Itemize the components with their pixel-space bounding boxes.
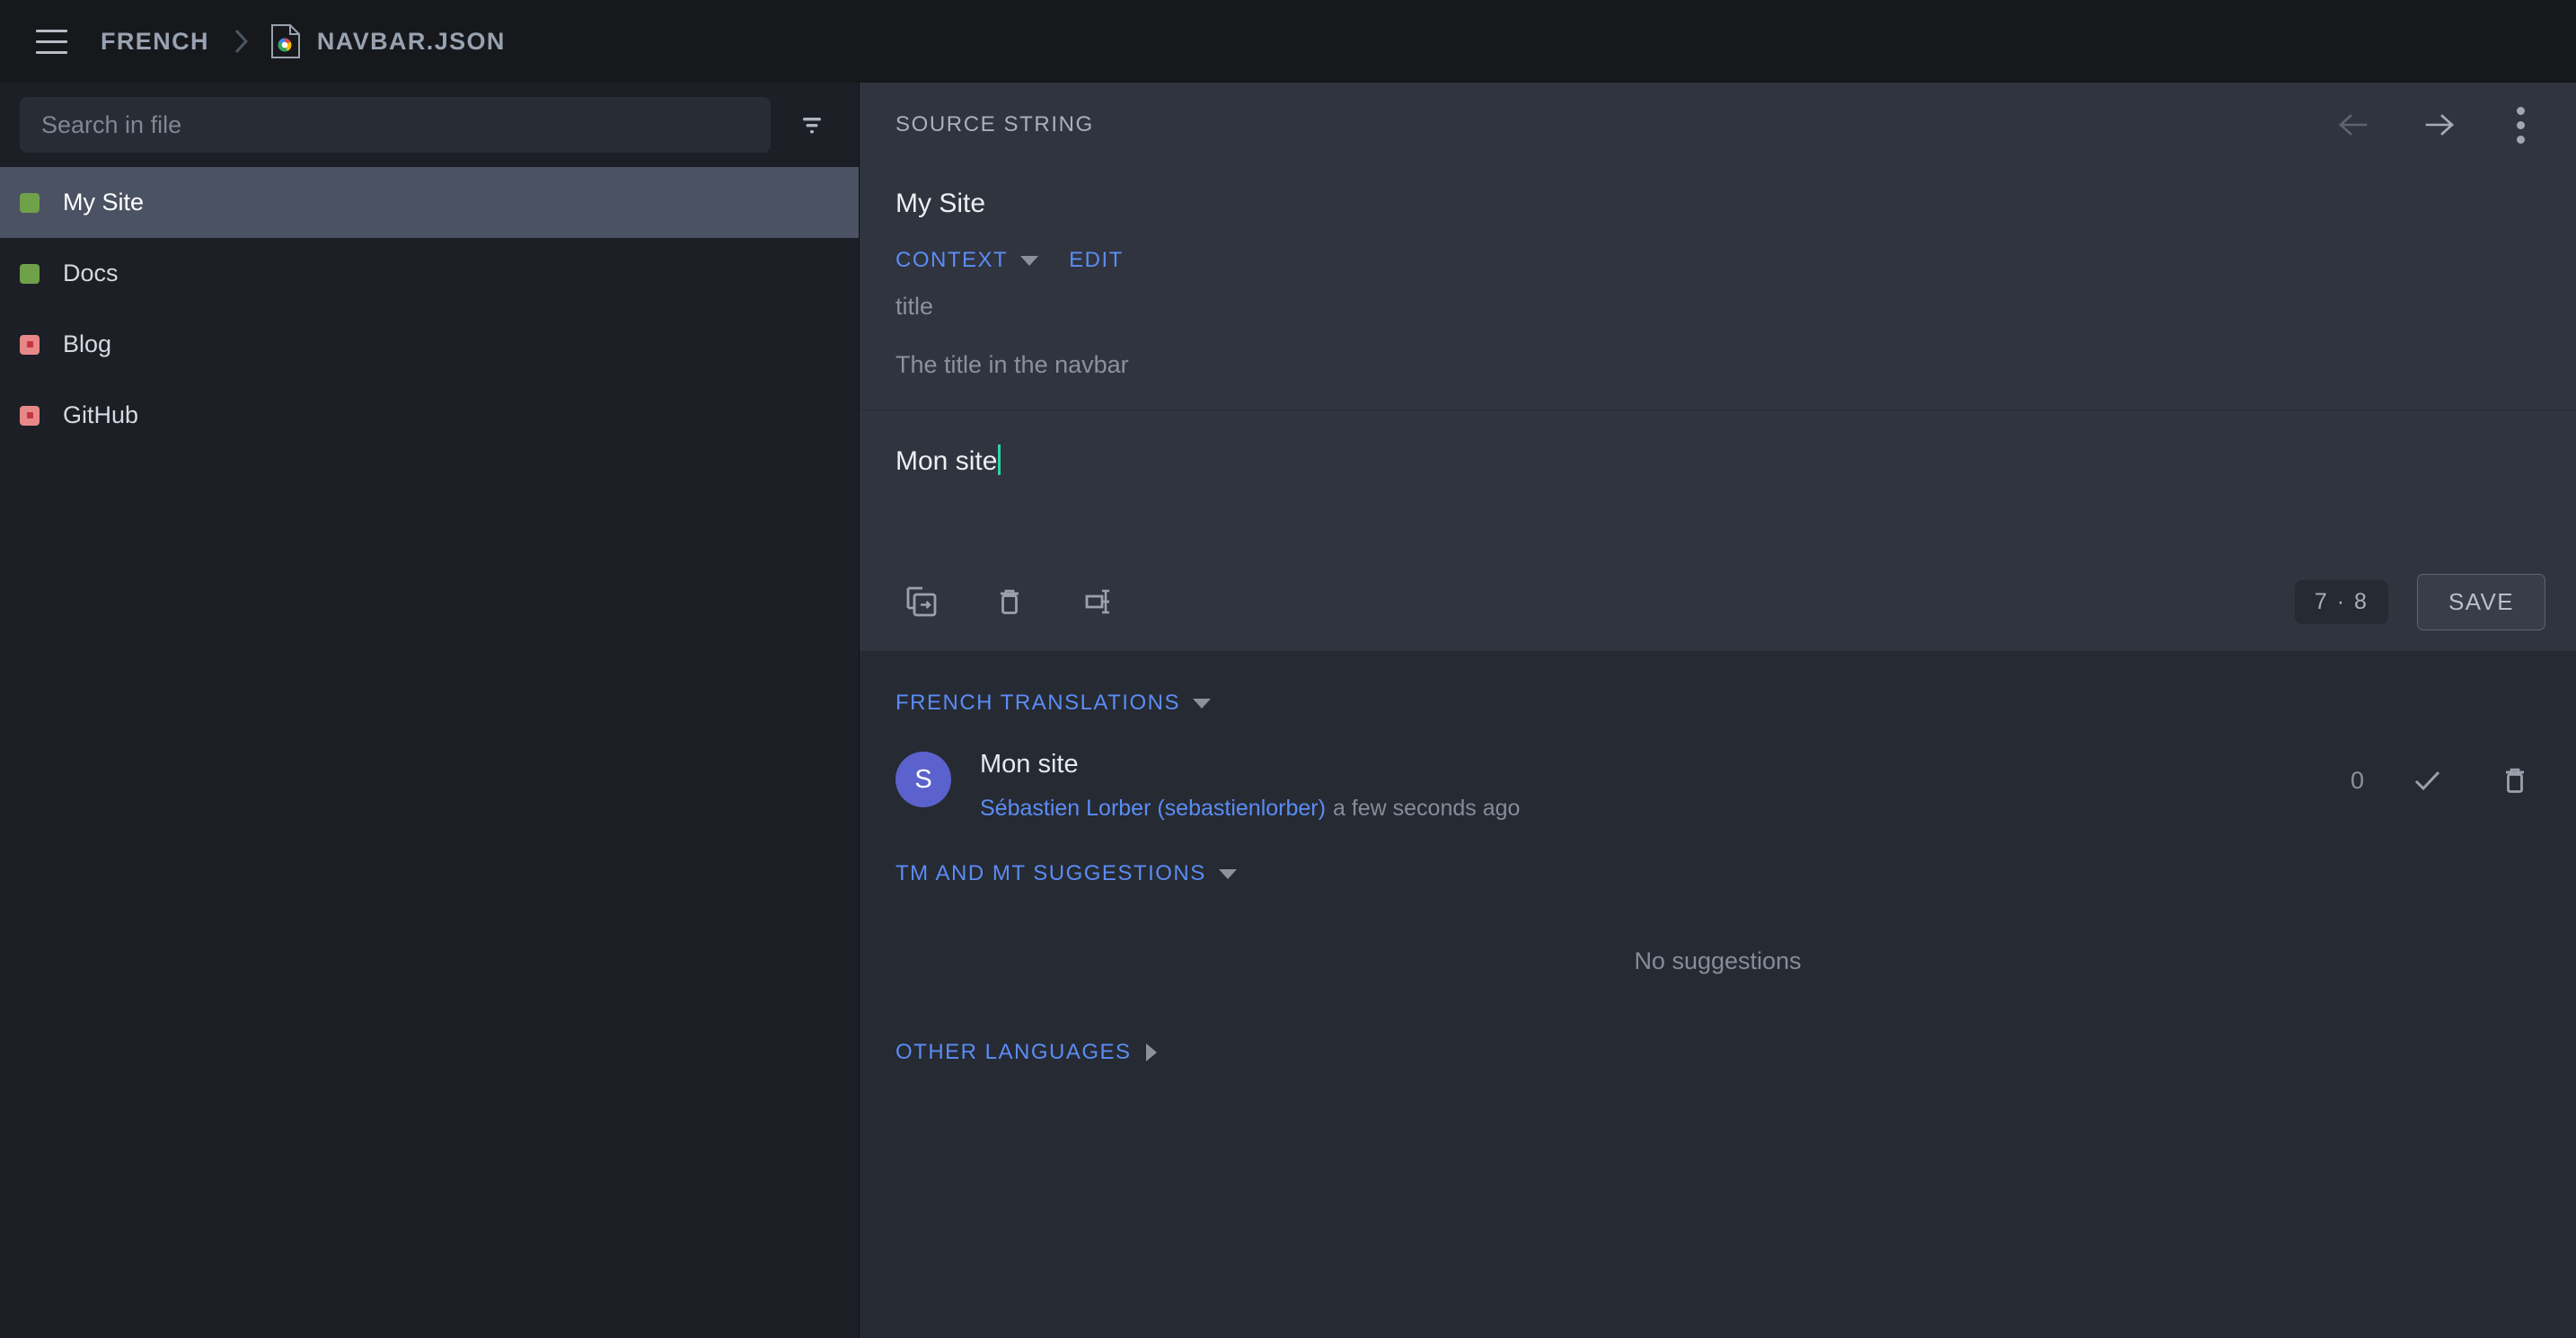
sidebar: Search in file My Site Docs Blog GitHub	[0, 83, 860, 1338]
chevron-down-icon[interactable]	[1020, 255, 1039, 266]
translation-input[interactable]: Mon site	[860, 410, 2576, 552]
main-split: Search in file My Site Docs Blog GitHub …	[0, 83, 2576, 1338]
top-bar: FRENCH NAVBAR.JSON	[0, 0, 2576, 83]
translation-item-actions: 0	[2351, 750, 2540, 805]
avatar: S	[895, 752, 951, 807]
editor-tool-icons	[895, 576, 1124, 628]
editor-panel: SOURCE STRING My Site CONTEXT EDIT title…	[860, 83, 2576, 1338]
arrow-right-icon[interactable]	[2413, 100, 2463, 150]
text-caret	[998, 445, 1001, 475]
list-item[interactable]: Blog	[0, 309, 859, 380]
save-area: 7 · 8 SAVE	[2294, 573, 2545, 630]
translation-item-meta: Sébastien Lorber (sebastienlorber) a few …	[980, 796, 1520, 822]
context-row: CONTEXT EDIT	[895, 248, 2540, 293]
list-item[interactable]: GitHub	[0, 380, 859, 451]
list-item[interactable]: My Site	[0, 167, 859, 238]
status-dot-translated	[20, 263, 40, 284]
suggestions-header: TM AND MT SUGGESTIONS	[895, 822, 2540, 886]
entry-list: My Site Docs Blog GitHub	[0, 167, 859, 1338]
search-input[interactable]: Search in file	[20, 97, 771, 153]
source-string-body: My Site CONTEXT EDIT title The title in …	[860, 167, 2576, 409]
filter-icon[interactable]	[783, 96, 841, 154]
chevron-down-icon[interactable]	[1218, 868, 1237, 879]
translation-input-value: Mon site	[895, 446, 998, 476]
toggle-whitespace-icon[interactable]	[1072, 576, 1124, 628]
header-actions	[2330, 100, 2545, 150]
source-string-value: My Site	[895, 189, 986, 218]
arrow-left-icon[interactable]	[2330, 100, 2380, 150]
source-string-title: SOURCE STRING	[895, 112, 1094, 136]
context-description: The title in the navbar	[895, 351, 1129, 378]
translation-author-link[interactable]: Sébastien Lorber (sebastienlorber)	[980, 796, 1326, 821]
context-toggle[interactable]: CONTEXT	[895, 248, 1008, 273]
translation-item-text: Mon site	[980, 750, 1079, 779]
suggestions-label[interactable]: TM AND MT SUGGESTIONS	[895, 861, 1206, 886]
check-icon[interactable]	[2402, 755, 2452, 805]
lower-sections: FRENCH TRANSLATIONS S Mon site Sébastien…	[860, 651, 2576, 1338]
search-placeholder: Search in file	[41, 110, 182, 138]
breadcrumb-file[interactable]: NAVBAR.JSON	[270, 23, 506, 59]
kebab-menu-icon[interactable]	[2495, 100, 2545, 150]
sidebar-search-row: Search in file	[0, 83, 859, 167]
french-translations-label[interactable]: FRENCH TRANSLATIONS	[895, 691, 1180, 716]
hamburger-menu-icon[interactable]	[23, 13, 79, 69]
clear-trash-icon[interactable]	[984, 576, 1036, 628]
chevron-right-icon[interactable]	[1145, 1043, 1157, 1061]
chevron-down-icon[interactable]	[1192, 698, 1211, 709]
trash-icon[interactable]	[2490, 755, 2540, 805]
copy-source-icon[interactable]	[895, 576, 948, 628]
edit-link[interactable]: EDIT	[1069, 248, 1124, 273]
chevron-right-icon	[233, 27, 251, 56]
translation-editor: Mon site 7 · 8 SAVE	[860, 410, 2576, 651]
translation-timestamp: a few seconds ago	[1332, 796, 1521, 821]
breadcrumb-file-label: NAVBAR.JSON	[316, 27, 506, 55]
list-item-label: Docs	[63, 260, 119, 286]
list-item-label: Blog	[63, 330, 112, 357]
vote-count: 0	[2350, 766, 2364, 794]
save-button[interactable]: SAVE	[2416, 573, 2545, 630]
french-translations-header: FRENCH TRANSLATIONS	[895, 651, 2540, 716]
context-key: title	[895, 293, 934, 320]
status-dot-untranslated	[20, 405, 40, 426]
no-suggestions-text: No suggestions	[1634, 947, 1802, 974]
source-string-header: SOURCE STRING	[860, 83, 2576, 167]
chrome-file-icon	[270, 23, 301, 59]
translation-item-main: Mon site Sébastien Lorber (sebastienlorb…	[980, 750, 1520, 822]
character-counter: 7 · 8	[2294, 579, 2388, 624]
status-dot-translated	[20, 192, 40, 213]
list-item-label: GitHub	[63, 401, 139, 428]
editor-toolbar: 7 · 8 SAVE	[860, 552, 2576, 651]
translation-item: S Mon site Sébastien Lorber (sebastienlo…	[895, 716, 2540, 822]
other-languages-header: OTHER LANGUAGES	[895, 975, 2540, 1065]
breadcrumb-language[interactable]: FRENCH	[101, 28, 209, 56]
list-item-label: My Site	[63, 189, 145, 216]
other-languages-label[interactable]: OTHER LANGUAGES	[895, 1040, 1132, 1065]
list-item[interactable]: Docs	[0, 238, 859, 309]
status-dot-untranslated	[20, 334, 40, 355]
